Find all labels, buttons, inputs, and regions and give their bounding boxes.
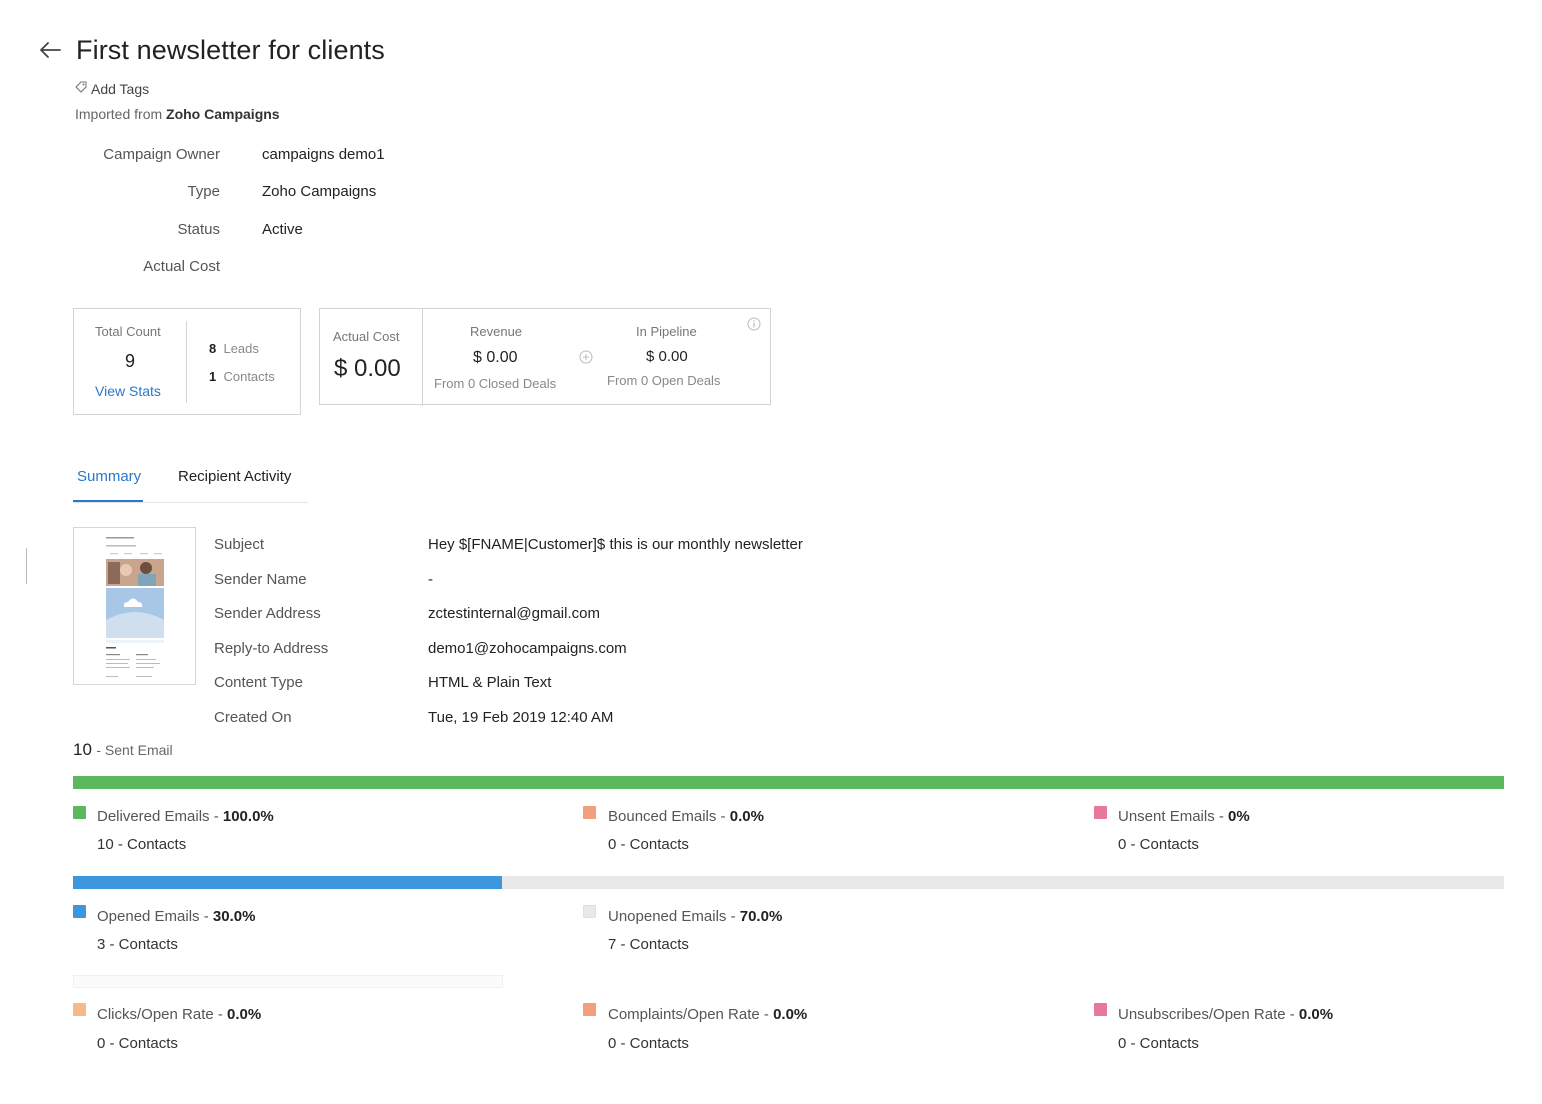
- info-icon[interactable]: [747, 317, 761, 336]
- reply-to-value: demo1@zohocampaigns.com: [428, 640, 627, 657]
- unsubscribes-legend-swatch: [1094, 1003, 1107, 1016]
- total-count-value: 9: [125, 351, 136, 371]
- unopened-emails-stat: Unopened Emails - 70.0%: [608, 908, 783, 925]
- bounced-legend-swatch: [583, 806, 596, 819]
- sender-address-label: Sender Address: [214, 605, 321, 622]
- unsent-emails-stat: Unsent Emails - 0%: [1118, 808, 1250, 825]
- unopened-contacts: 7 - Contacts: [608, 936, 689, 953]
- reply-to-label: Reply-to Address: [214, 640, 329, 657]
- pipeline-value: $ 0.00: [646, 348, 688, 365]
- subject-value: Hey $[FNAME|Customer]$ this is our month…: [428, 536, 803, 553]
- complaints-legend-swatch: [583, 1003, 596, 1016]
- tab-recipient-activity[interactable]: Recipient Activity: [178, 468, 291, 485]
- tab-summary[interactable]: Summary: [77, 468, 141, 485]
- bounced-emails-stat: Bounced Emails - 0.0%: [608, 808, 764, 825]
- total-count-label: Total Count: [95, 324, 161, 339]
- delivered-legend-swatch: [73, 806, 86, 819]
- imported-source: Zoho Campaigns: [166, 106, 280, 122]
- pipeline-sub: From 0 Open Deals: [607, 373, 721, 388]
- sent-email-summary: 10 - Sent Email: [73, 740, 173, 760]
- clicks-contacts: 0 - Contacts: [97, 1035, 178, 1052]
- sent-count: 10: [73, 740, 92, 759]
- unsent-legend-swatch: [1094, 806, 1107, 819]
- status-value: Active: [262, 221, 303, 238]
- plus-circle-icon: [579, 350, 593, 369]
- add-tags-link[interactable]: Add Tags: [74, 80, 149, 97]
- sender-name-label: Sender Name: [214, 571, 307, 588]
- total-count-box: Total Count 9 View Stats 8 Leads 1 Conta…: [73, 308, 301, 415]
- unsent-contacts: 0 - Contacts: [1118, 836, 1199, 853]
- box-actual-cost-value: $ 0.00: [334, 355, 401, 382]
- campaign-owner-label: Campaign Owner: [103, 146, 220, 163]
- divider-mark: [26, 548, 27, 584]
- complaints-contacts: 0 - Contacts: [608, 1035, 689, 1052]
- created-on-label: Created On: [214, 709, 292, 726]
- delivery-bar: [73, 776, 1504, 789]
- leads-count-row: 8 Leads: [209, 341, 259, 356]
- opens-bar: [73, 876, 1504, 889]
- sent-label: - Sent Email: [96, 742, 173, 758]
- tab-baseline: [73, 502, 308, 503]
- sender-name-value: -: [428, 571, 433, 588]
- bounced-contacts: 0 - Contacts: [608, 836, 689, 853]
- contacts-count: 1: [209, 369, 217, 384]
- view-stats-link[interactable]: View Stats: [95, 383, 161, 399]
- status-label: Status: [177, 221, 220, 238]
- delivery-bar-fill: [73, 776, 1504, 789]
- delivered-emails-stat: Delivered Emails - 100.0%: [97, 808, 274, 825]
- opened-contacts: 3 - Contacts: [97, 936, 178, 953]
- revenue-value: $ 0.00: [473, 349, 518, 366]
- revenue-label: Revenue: [470, 324, 523, 339]
- revenue-box: Actual Cost $ 0.00 Revenue $ 0.00 From 0…: [319, 308, 771, 406]
- unsubscribes-contacts: 0 - Contacts: [1118, 1035, 1199, 1052]
- complaints-rate-stat: Complaints/Open Rate - 0.0%: [608, 1006, 808, 1023]
- sender-address-value: zctestinternal@gmail.com: [428, 605, 600, 622]
- opens-bar-fill: [73, 876, 503, 889]
- contacts-count-row: 1 Contacts: [209, 369, 275, 384]
- tab-active-underline: [73, 500, 143, 502]
- leads-label: Leads: [223, 341, 259, 356]
- actual-cost-label: Actual Cost: [143, 258, 220, 275]
- content-type-label: Content Type: [214, 674, 303, 691]
- clicks-rate-stat: Clicks/Open Rate - 0.0%: [97, 1006, 262, 1023]
- pipeline-label: In Pipeline: [636, 324, 697, 339]
- revenue-sub: From 0 Closed Deals: [434, 376, 557, 391]
- type-value: Zoho Campaigns: [262, 183, 377, 200]
- unopened-legend-swatch: [583, 905, 596, 918]
- imported-prefix: Imported from: [75, 106, 163, 122]
- page-title: First newsletter for clients: [76, 35, 385, 65]
- back-arrow-icon[interactable]: [36, 36, 64, 64]
- email-preview-thumbnail[interactable]: [73, 527, 196, 685]
- campaign-owner-value: campaigns demo1: [262, 146, 385, 163]
- contacts-label: Contacts: [223, 369, 275, 384]
- clicks-legend-swatch: [73, 1003, 86, 1016]
- delivered-contacts: 10 - Contacts: [97, 836, 187, 853]
- tag-icon: [74, 80, 88, 97]
- leads-count: 8: [209, 341, 217, 356]
- add-tags-label: Add Tags: [91, 80, 150, 97]
- unsubscribes-rate-stat: Unsubscribes/Open Rate - 0.0%: [1118, 1006, 1334, 1023]
- content-type-value: HTML & Plain Text: [428, 674, 552, 691]
- subject-label: Subject: [214, 536, 265, 553]
- opened-emails-stat: Opened Emails - 30.0%: [97, 908, 256, 925]
- opened-legend-swatch: [73, 905, 86, 918]
- imported-from: Imported from Zoho Campaigns: [75, 106, 280, 122]
- type-label: Type: [187, 183, 220, 200]
- created-on-value: Tue, 19 Feb 2019 12:40 AM: [428, 709, 614, 726]
- rates-bar: [73, 975, 503, 988]
- box-actual-cost-label: Actual Cost: [333, 329, 400, 344]
